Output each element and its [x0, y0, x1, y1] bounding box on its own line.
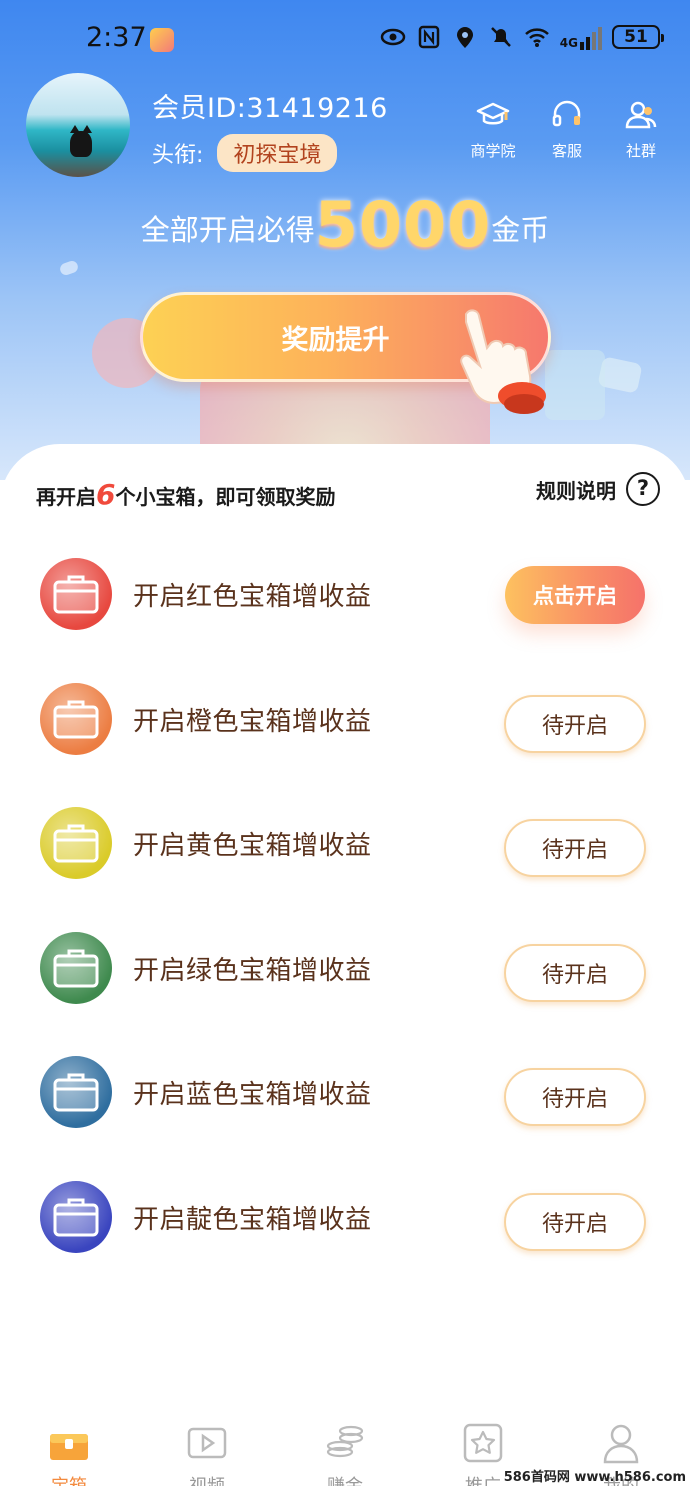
nfc-icon	[418, 25, 440, 49]
mute-bell-icon	[490, 27, 511, 47]
box-row: 开启靛色宝箱增收益 待开启	[0, 1169, 690, 1259]
treasure-box-icon	[40, 931, 112, 1004]
avatar[interactable]	[26, 73, 130, 177]
tip-suffix: 个小宝箱，即可领取奖励	[115, 485, 336, 509]
pending-box-button[interactable]: 待开启	[504, 694, 646, 753]
treasure-box-icon	[40, 682, 112, 755]
video-icon	[187, 1427, 227, 1459]
coins-icon	[326, 1425, 364, 1458]
box-row: 开启橙色宝箱增收益 待开启	[0, 671, 690, 761]
box-label: 开启红色宝箱增收益	[133, 582, 372, 612]
top-link-label: 客服	[551, 142, 582, 160]
title-badge: 初探宝境	[217, 134, 338, 172]
network-type: 4G	[559, 36, 578, 50]
box-row: 开启红色宝箱增收益 点击开启	[0, 546, 690, 636]
treasure-box-icon	[50, 1434, 88, 1460]
tip-prefix: 再开启	[36, 485, 96, 509]
headset-icon	[552, 100, 581, 127]
status-time: 2:37	[86, 22, 147, 53]
decoration	[545, 350, 605, 420]
people-icon	[625, 101, 657, 129]
box-label: 开启靛色宝箱增收益	[133, 1204, 372, 1235]
remaining-count: 6	[96, 478, 116, 511]
box-row: 开启黄色宝箱增收益 待开启	[0, 795, 690, 885]
nav-label: 视频	[138, 1472, 276, 1486]
box-row: 开启绿色宝箱增收益 待开启	[0, 920, 690, 1010]
top-link-label: 社群	[625, 142, 656, 160]
headline-suffix: 金币	[491, 213, 550, 247]
box-label: 开启蓝色宝箱增收益	[133, 1080, 372, 1110]
pending-box-button[interactable]: 待开启	[504, 1192, 646, 1251]
pending-box-button[interactable]: 待开启	[504, 1068, 646, 1126]
title-row: 头衔: 初探宝境	[152, 134, 338, 172]
nav-label: 赚金	[276, 1472, 414, 1486]
treasure-box-icon	[40, 1056, 112, 1128]
pending-box-button[interactable]: 待开启	[504, 943, 646, 1002]
location-icon	[456, 27, 473, 48]
box-label: 开启橙色宝箱增收益	[133, 706, 372, 737]
treasure-box-icon	[40, 807, 112, 879]
treasure-box-icon	[40, 1180, 112, 1253]
top-link-label: 商学院	[470, 142, 516, 160]
treasure-box-icon	[40, 558, 112, 630]
headline-amount: 5000	[314, 188, 492, 261]
decoration	[58, 259, 80, 277]
top-links: 商学院 客服 社群	[468, 98, 666, 161]
graduation-cap-icon	[476, 102, 510, 125]
watermark: 586首码网 www.h586.com	[503, 1470, 686, 1485]
open-box-button[interactable]: 点击开启	[505, 566, 645, 624]
rules-link[interactable]: 规则说明 ?	[536, 472, 660, 506]
star-icon	[463, 1423, 503, 1463]
signal-indicator: 4G	[560, 24, 602, 50]
member-id: 会员ID:31419216	[152, 93, 388, 124]
headline-prefix: 全部开启必得	[140, 213, 315, 247]
rules-label: 规则说明	[536, 478, 616, 503]
top-link-academy[interactable]: 商学院	[468, 98, 518, 161]
wifi-icon	[524, 28, 549, 47]
box-row: 开启蓝色宝箱增收益 待开启	[0, 1044, 690, 1134]
box-label: 开启绿色宝箱增收益	[133, 955, 372, 986]
battery-indicator: 51	[612, 25, 664, 49]
top-link-community[interactable]: 社群	[616, 98, 666, 161]
question-icon: ?	[626, 472, 660, 506]
top-link-service[interactable]: 客服	[542, 98, 592, 161]
nav-item-video[interactable]: 视频	[138, 1410, 276, 1486]
progress-tip: 再开启6个小宝箱，即可领取奖励	[36, 478, 335, 511]
user-icon	[603, 1424, 639, 1464]
title-label: 头衔:	[152, 143, 204, 168]
pending-box-button[interactable]: 待开启	[504, 819, 646, 877]
reward-headline: 全部开启必得5000金币	[0, 188, 690, 261]
nav-item-treasure[interactable]: 宝箱	[0, 1410, 138, 1486]
box-label: 开启黄色宝箱增收益	[133, 831, 372, 861]
eye-icon	[380, 28, 406, 46]
nav-label: 宝箱	[0, 1472, 138, 1486]
pointing-hand-icon	[460, 309, 546, 414]
nav-item-earn[interactable]: 赚金	[276, 1410, 414, 1486]
app-notification-icon	[150, 28, 174, 52]
status-bar: 2:37 4G 51	[0, 18, 690, 62]
